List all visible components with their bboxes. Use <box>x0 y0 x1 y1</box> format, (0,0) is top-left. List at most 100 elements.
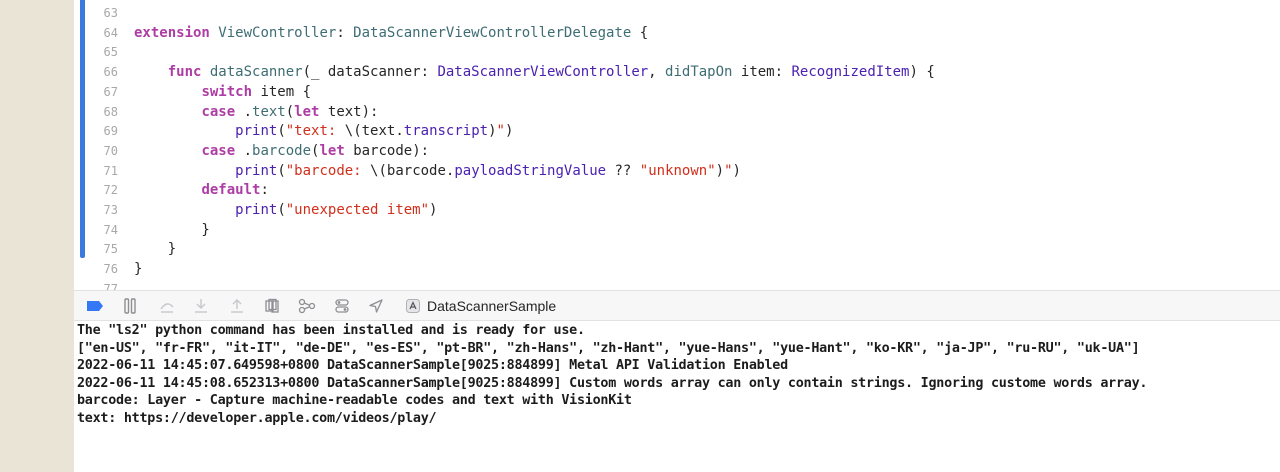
code-token: text): <box>319 103 379 120</box>
console-line: 2022-06-11 14:45:08.652313+0800 DataScan… <box>77 375 1148 391</box>
code-token: default <box>201 182 261 199</box>
code-line[interactable]: 75 } <box>74 240 1280 260</box>
environment-overrides-icon[interactable] <box>333 297 351 315</box>
code-token: didTapOn <box>665 64 733 81</box>
line-number: 72 <box>103 183 118 198</box>
code-token: ) { <box>909 64 935 81</box>
code-line[interactable]: 69 print("text: \(text.transcript)") <box>74 122 1280 142</box>
code-line[interactable]: 67 switch item { <box>74 83 1280 103</box>
code-text: print("text: \(text.transcript)") <box>134 122 513 142</box>
code-line[interactable]: 74 } <box>74 221 1280 241</box>
code-token: , <box>648 64 666 81</box>
code-text: default: <box>134 181 268 201</box>
code-token: { <box>631 24 649 41</box>
code-token: ) <box>429 202 438 218</box>
step-over-icon[interactable] <box>158 297 176 315</box>
code-token: RecognizedItem <box>791 64 910 81</box>
code-token: "unknown" <box>639 162 716 179</box>
code-token: : <box>336 24 354 41</box>
app-icon[interactable] <box>404 297 422 315</box>
console-line: 2022-06-11 14:45:07.649598+0800 DataScan… <box>77 358 788 373</box>
line-number: 64 <box>103 25 118 40</box>
code-token: dataScanner <box>209 64 303 81</box>
step-out-icon[interactable] <box>228 297 246 315</box>
scheme-label[interactable]: DataScannerSample <box>427 297 556 315</box>
code-token: . <box>235 103 253 120</box>
left-panel-background <box>0 0 74 472</box>
breakpoints-toggle-icon[interactable] <box>86 297 104 315</box>
code-token: ViewController <box>218 24 337 41</box>
code-line[interactable]: 65 <box>74 43 1280 63</box>
code-token: print <box>235 123 278 140</box>
line-number: 65 <box>103 45 118 60</box>
code-token: item { <box>252 83 312 100</box>
debug-toolbar: DataScannerSample <box>74 290 1280 321</box>
view-hierarchy-icon[interactable] <box>263 297 281 315</box>
code-editor[interactable]: 63 64 extension ViewController: DataScanne… <box>74 0 1280 290</box>
code-text: print("barcode: \(barcode.payloadStringV… <box>134 162 741 182</box>
console-line: The "ls2" python command has been instal… <box>77 323 585 338</box>
code-text: switch item { <box>134 83 311 103</box>
code-text: } <box>134 240 176 260</box>
line-number: 66 <box>103 65 118 80</box>
code-token: ) <box>715 162 725 179</box>
console-output[interactable]: The "ls2" python command has been instal… <box>74 321 1280 472</box>
step-into-icon[interactable] <box>192 297 210 315</box>
code-text: extension ViewController: DataScannerVie… <box>134 24 648 44</box>
code-text: print("unexpected item") <box>134 201 437 221</box>
code-token: " <box>724 162 733 179</box>
memory-graph-icon[interactable] <box>298 297 316 315</box>
code-line[interactable]: 66 func dataScanner(_ dataScanner: DataS… <box>74 63 1280 83</box>
code-token: \(text. <box>344 123 404 140</box>
code-token: let <box>294 103 320 120</box>
code-token: print <box>235 202 278 218</box>
code-text: } <box>134 221 210 241</box>
code-token: switch <box>201 83 253 100</box>
code-token: } <box>134 221 210 238</box>
code-token: case <box>201 103 236 120</box>
line-number: 76 <box>103 262 118 277</box>
code-token: . <box>235 142 253 159</box>
code-token: " <box>496 123 505 140</box>
code-line[interactable]: 70 case .barcode(let barcode): <box>74 142 1280 162</box>
console-line: ["en-US", "fr-FR", "it-IT", "de-DE", "es… <box>77 340 1140 356</box>
code-token: barcode): <box>344 142 430 159</box>
code-token: ( <box>277 162 286 179</box>
line-number: 63 <box>103 6 118 20</box>
code-line[interactable]: 72 default: <box>74 181 1280 201</box>
code-token: (_ dataScanner: <box>302 64 438 81</box>
code-token: text <box>252 103 286 120</box>
code-token: DataScannerViewController <box>437 64 649 81</box>
code-token: extension <box>134 24 210 41</box>
code-line[interactable]: 77 <box>74 280 1280 290</box>
code-line[interactable]: 68 case .text(let text): <box>74 103 1280 123</box>
simulate-location-icon[interactable] <box>367 297 385 315</box>
code-token: item: <box>732 64 792 81</box>
code-token: ) <box>732 162 741 179</box>
console-line: text: https://developer.apple.com/videos… <box>77 410 437 426</box>
line-number: 74 <box>103 222 118 237</box>
code-line[interactable]: 76} <box>74 260 1280 280</box>
code-token: ?? <box>606 162 640 179</box>
code-token: func <box>167 64 202 81</box>
code-token: ( <box>285 103 295 120</box>
code-token: ( <box>277 202 286 218</box>
code-text: } <box>134 260 142 280</box>
line-number: 69 <box>103 124 118 139</box>
line-number: 75 <box>103 242 118 257</box>
line-number: 68 <box>103 104 118 119</box>
code-text: case .barcode(let barcode): <box>134 142 429 162</box>
pause-icon[interactable] <box>121 297 139 315</box>
code-line[interactable]: 63 <box>74 4 1280 24</box>
code-token: payloadStringValue <box>454 162 607 179</box>
code-line[interactable]: 64 extension ViewController: DataScannerV… <box>74 24 1280 44</box>
code-line[interactable]: 71 print("barcode: \(barcode.payloadStri… <box>74 162 1280 182</box>
code-line[interactable]: 73 print("unexpected item") <box>74 201 1280 221</box>
code-token: "text: <box>285 123 345 140</box>
